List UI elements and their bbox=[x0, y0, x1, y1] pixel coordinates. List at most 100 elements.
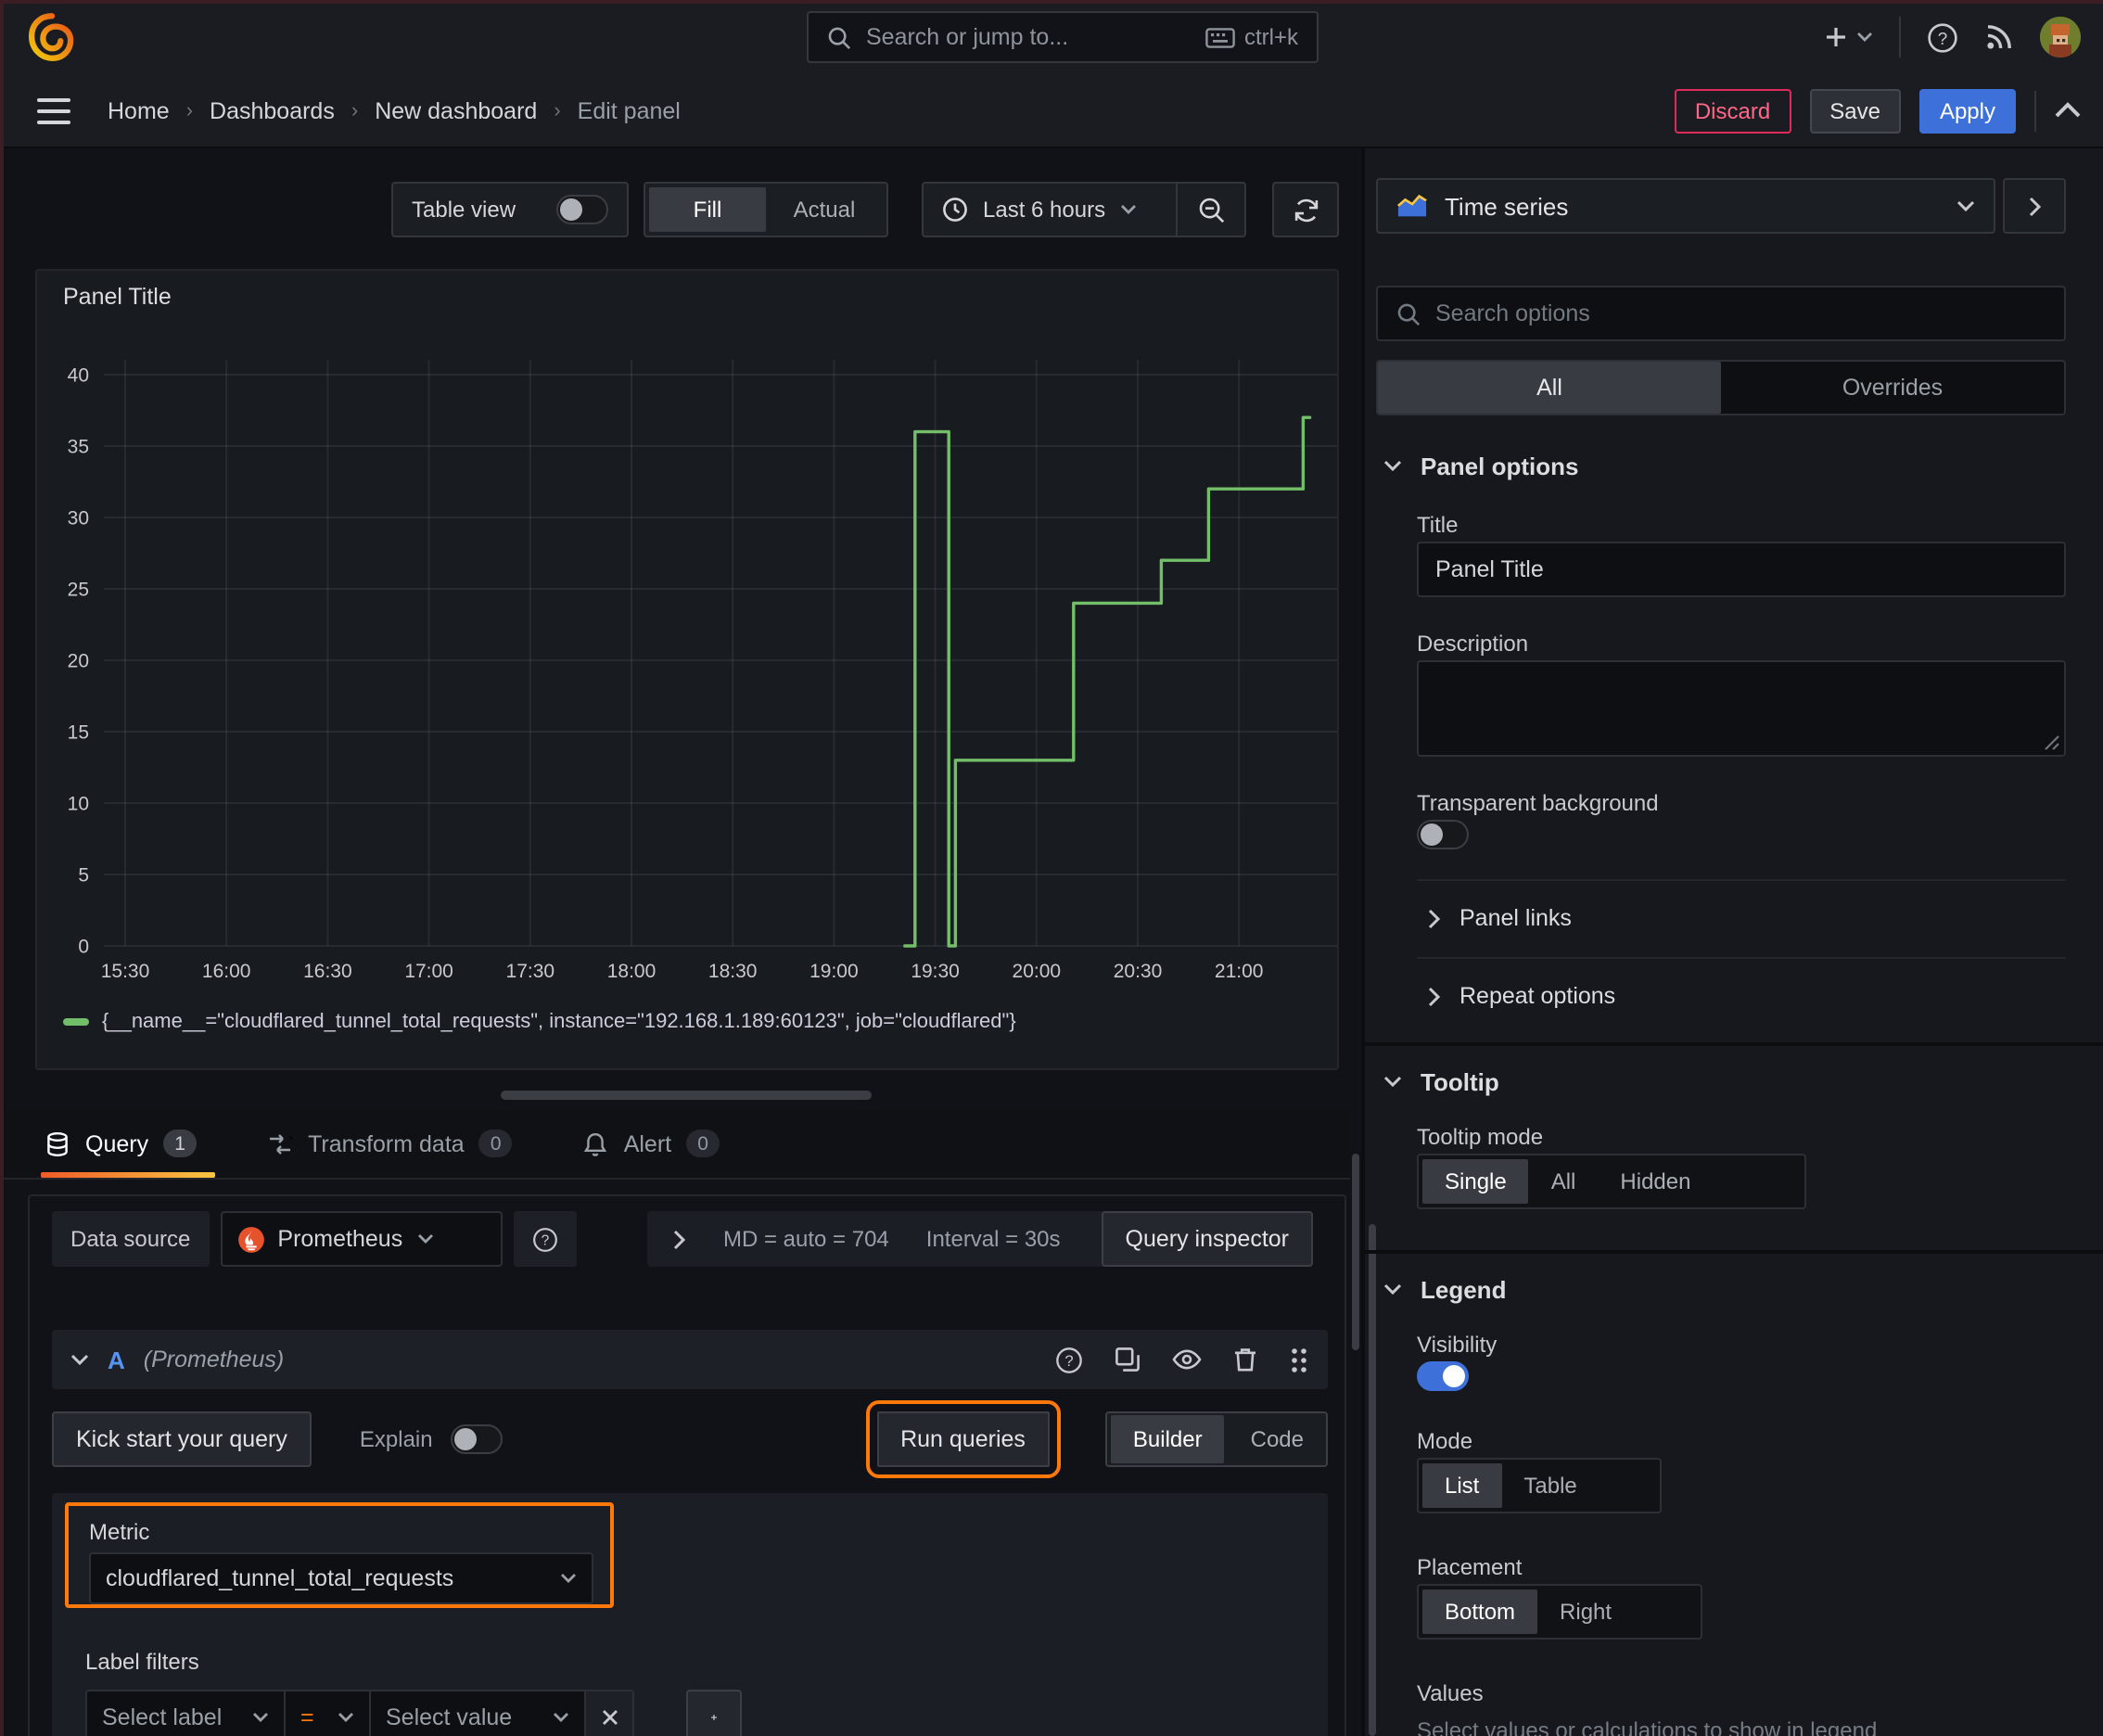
operator-dropdown[interactable]: = bbox=[286, 1690, 371, 1736]
chevron-down-icon bbox=[1383, 460, 1402, 472]
tab-query[interactable]: Query 1 bbox=[40, 1109, 216, 1178]
explain-toggle[interactable] bbox=[451, 1424, 503, 1454]
table-view-control: Table view bbox=[391, 182, 629, 237]
panel-options-section-header[interactable]: Panel options bbox=[1383, 453, 1578, 480]
duplicate-query-icon[interactable] bbox=[1115, 1347, 1141, 1372]
svg-text:20:30: 20:30 bbox=[1114, 961, 1163, 982]
query-help-icon[interactable]: ? bbox=[1055, 1346, 1083, 1373]
visualization-picker[interactable]: Time series bbox=[1376, 178, 1995, 234]
global-search-input[interactable]: Search or jump to... ctrl+k bbox=[807, 11, 1319, 63]
tooltip-mode-single[interactable]: Single bbox=[1422, 1159, 1529, 1204]
legend-section-header[interactable]: Legend bbox=[1383, 1276, 1506, 1304]
fill-option[interactable]: Fill bbox=[649, 187, 766, 232]
transparent-background-toggle[interactable] bbox=[1417, 820, 1469, 849]
query-inspector-button[interactable]: Query inspector bbox=[1101, 1211, 1313, 1267]
svg-text:19:30: 19:30 bbox=[911, 961, 960, 982]
run-queries-button[interactable]: Run queries bbox=[865, 1400, 1061, 1478]
panel-links-section-header[interactable]: Panel links bbox=[1428, 905, 1572, 931]
tooltip-mode-switch: Single All Hidden bbox=[1417, 1154, 1806, 1209]
search-icon bbox=[828, 26, 851, 49]
sidebar-scrollbar-thumb[interactable] bbox=[1369, 1224, 1376, 1736]
save-button[interactable]: Save bbox=[1809, 88, 1901, 133]
refresh-button[interactable] bbox=[1272, 182, 1339, 237]
breadcrumb-new-dashboard[interactable]: New dashboard bbox=[375, 97, 537, 123]
repeat-options-section-header[interactable]: Repeat options bbox=[1428, 983, 1615, 1009]
chevron-down-icon bbox=[1121, 205, 1137, 214]
chevron-down-icon bbox=[253, 1713, 268, 1722]
zoom-out-time-button[interactable] bbox=[1178, 196, 1244, 223]
add-filter-button[interactable] bbox=[686, 1690, 742, 1736]
metric-select[interactable]: cloudflared_tunnel_total_requests bbox=[89, 1552, 593, 1604]
query-ref-id[interactable]: A bbox=[108, 1346, 125, 1373]
kick-start-query-button[interactable]: Kick start your query bbox=[52, 1411, 312, 1467]
chevron-right-icon[interactable] bbox=[673, 1229, 686, 1249]
time-series-viz-icon bbox=[1397, 194, 1427, 217]
breadcrumb-separator: › bbox=[350, 99, 359, 121]
tab-alert[interactable]: Alert 0 bbox=[583, 1109, 720, 1178]
placement-bottom[interactable]: Bottom bbox=[1422, 1589, 1538, 1634]
news-rss-button[interactable] bbox=[1984, 22, 2014, 52]
select-value-dropdown[interactable]: Select value bbox=[371, 1690, 586, 1736]
code-option[interactable]: Code bbox=[1229, 1415, 1326, 1463]
user-avatar[interactable] bbox=[2040, 17, 2081, 57]
chart-legend[interactable]: {__name__="cloudflared_tunnel_total_requ… bbox=[63, 1011, 1016, 1033]
delete-query-trash-icon[interactable] bbox=[1233, 1347, 1257, 1372]
svg-text:21:00: 21:00 bbox=[1215, 961, 1264, 982]
tooltip-section-header[interactable]: Tooltip bbox=[1383, 1068, 1499, 1096]
breadcrumb-separator: › bbox=[554, 99, 561, 121]
tooltip-mode-hidden[interactable]: Hidden bbox=[1598, 1159, 1713, 1204]
tab-overrides[interactable]: Overrides bbox=[1721, 362, 2064, 414]
tooltip-mode-all[interactable]: All bbox=[1529, 1159, 1599, 1204]
visibility-label: Visibility bbox=[1417, 1332, 1498, 1358]
placement-right[interactable]: Right bbox=[1537, 1589, 1634, 1634]
legend-placement-switch: Bottom Right bbox=[1417, 1584, 1702, 1640]
help-button[interactable]: ? bbox=[1927, 21, 1958, 53]
repeat-options-heading: Repeat options bbox=[1459, 983, 1616, 1009]
svg-text:16:00: 16:00 bbox=[202, 961, 251, 982]
top-edge-artifact bbox=[0, 0, 2103, 4]
metric-value: cloudflared_tunnel_total_requests bbox=[106, 1565, 454, 1591]
toggle-visibility-eye-icon[interactable] bbox=[1172, 1348, 1202, 1371]
chevron-down-icon bbox=[1857, 32, 1872, 42]
search-shortcut: ctrl+k bbox=[1243, 24, 1298, 50]
chevron-right-icon bbox=[2028, 196, 2041, 216]
select-label-dropdown[interactable]: Select label bbox=[85, 1690, 286, 1736]
drag-handle-icon[interactable] bbox=[1289, 1346, 1309, 1373]
breadcrumb-dashboards[interactable]: Dashboards bbox=[210, 97, 335, 123]
search-options-input[interactable]: Search options bbox=[1376, 286, 2066, 341]
discard-button[interactable]: Discard bbox=[1674, 88, 1791, 133]
chevron-right-icon bbox=[1428, 986, 1441, 1006]
panel-title-input[interactable]: Panel Title bbox=[1417, 542, 2066, 597]
query-row-header[interactable]: A (Prometheus) ? bbox=[52, 1330, 1328, 1389]
actual-option[interactable]: Actual bbox=[766, 187, 883, 232]
add-new-button[interactable] bbox=[1823, 24, 1873, 50]
remove-filter-button[interactable] bbox=[586, 1690, 634, 1736]
breadcrumb-home[interactable]: Home bbox=[108, 97, 170, 123]
main-scrollbar[interactable] bbox=[1350, 148, 1361, 1736]
time-range-picker[interactable]: Last 6 hours bbox=[924, 184, 1178, 236]
data-source-help-button[interactable]: ? bbox=[513, 1211, 577, 1267]
legend-mode-list[interactable]: List bbox=[1422, 1463, 1502, 1508]
textarea-resize-handle[interactable] bbox=[2044, 734, 2060, 751]
description-textarea[interactable] bbox=[1417, 660, 2066, 757]
table-view-toggle[interactable] bbox=[556, 195, 608, 224]
apply-button[interactable]: Apply bbox=[1918, 88, 2016, 133]
legend-visibility-toggle[interactable] bbox=[1417, 1361, 1469, 1391]
tab-all[interactable]: All bbox=[1378, 362, 1721, 414]
tab-transform-data[interactable]: Transform data 0 bbox=[267, 1109, 513, 1178]
main-scrollbar-thumb[interactable] bbox=[1352, 1154, 1359, 1350]
builder-option[interactable]: Builder bbox=[1110, 1415, 1225, 1463]
chevron-down-icon[interactable] bbox=[70, 1353, 89, 1366]
legend-series-swatch bbox=[63, 1018, 89, 1026]
grafana-logo-icon[interactable] bbox=[26, 11, 78, 63]
panel-options-heading: Panel options bbox=[1421, 453, 1579, 480]
collapse-header-chevron-up-icon[interactable] bbox=[2055, 102, 2081, 119]
transform-icon bbox=[270, 1133, 294, 1154]
panel-resize-handle[interactable] bbox=[501, 1091, 872, 1100]
menu-toggle-button[interactable] bbox=[37, 97, 70, 123]
collapse-options-pane-button[interactable] bbox=[2003, 178, 2066, 234]
time-series-panel[interactable]: Panel Title 0 5 10 15 20 25 30 35 40 15:30 16:00 16… bbox=[35, 269, 1339, 1070]
chevron-down-icon bbox=[1383, 1283, 1402, 1296]
legend-mode-table[interactable]: Table bbox=[1501, 1463, 1599, 1508]
data-source-picker[interactable]: Prometheus bbox=[220, 1211, 503, 1267]
